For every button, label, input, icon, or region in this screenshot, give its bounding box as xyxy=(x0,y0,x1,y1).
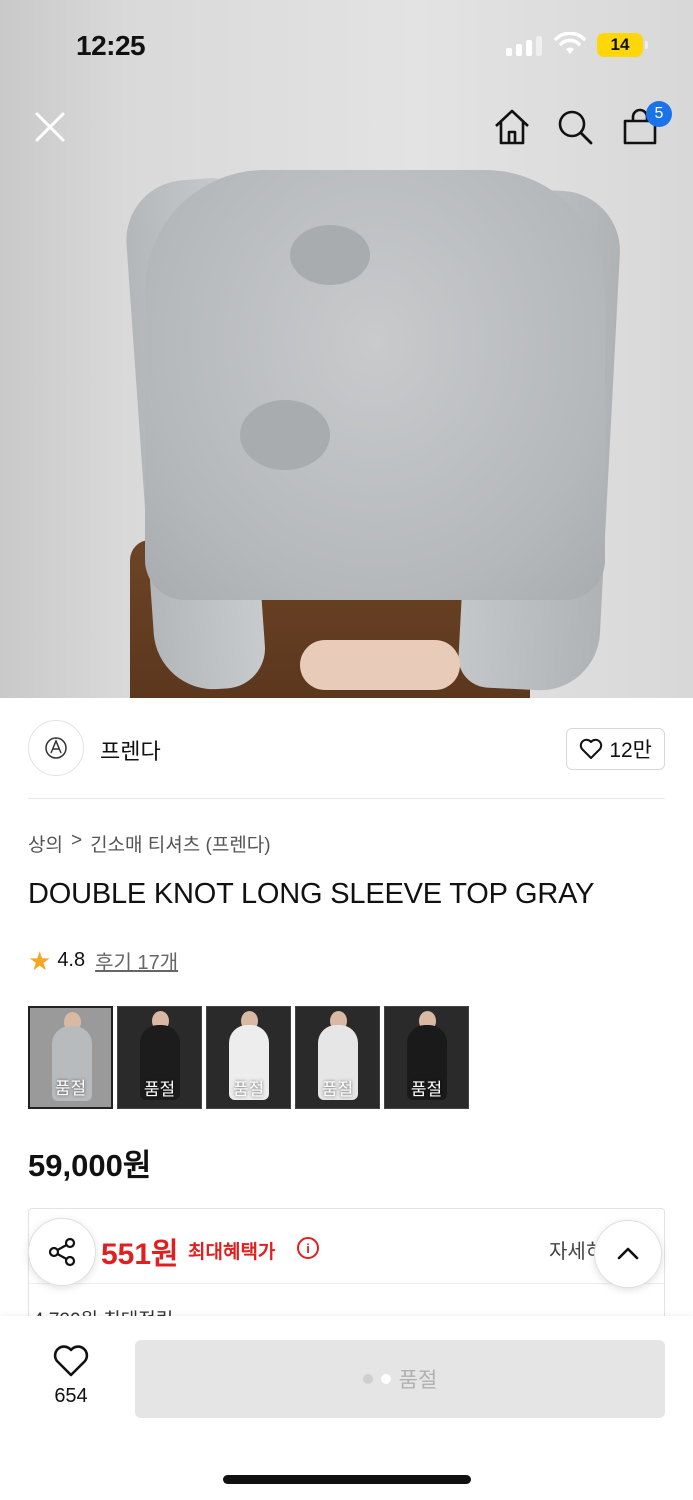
sold-out-button[interactable]: 품절 xyxy=(135,1340,665,1418)
search-button[interactable] xyxy=(553,105,597,149)
loading-dot xyxy=(362,1374,373,1384)
knot-shape xyxy=(290,225,370,285)
brand-like-button[interactable]: 12만 xyxy=(566,728,665,770)
sold-out-label: 품절 xyxy=(398,1369,438,1392)
cart-count-badge: 5 xyxy=(646,101,672,127)
wifi-icon xyxy=(554,32,586,54)
soldout-label: 품절 xyxy=(143,1080,176,1099)
brand-like-count: 12만 xyxy=(609,739,652,762)
chevron-up-icon xyxy=(617,1247,639,1260)
color-swatches: 품절 품절 품절 품절 품절 xyxy=(28,1006,469,1109)
max-benefit-price: 551원 xyxy=(101,1238,179,1271)
bottom-action-bar: 654 품절 xyxy=(0,1316,693,1500)
torso-shape xyxy=(145,170,605,600)
brand-row: 프렌다 12만 xyxy=(28,718,665,780)
soldout-label: 품절 xyxy=(321,1080,354,1099)
soldout-label: 품절 xyxy=(232,1080,265,1099)
star-icon: ★ xyxy=(28,945,52,976)
wishlist-button[interactable]: 654 xyxy=(40,1344,102,1408)
max-benefit-label: 최대혜택가 xyxy=(188,1242,276,1263)
battery-level: 14 xyxy=(610,35,630,54)
rating-value: 4.8 xyxy=(57,949,86,971)
top-nav: 5 xyxy=(0,95,693,165)
rating-row: ★ 4.8 후기 17개 xyxy=(28,946,178,975)
divider xyxy=(28,798,665,799)
swatch-black-1[interactable]: 품절 xyxy=(117,1006,202,1109)
breadcrumb-category[interactable]: 상의 xyxy=(28,830,63,857)
heart-icon xyxy=(53,1345,89,1377)
breadcrumb: 상의 > 긴소매 티셔츠 (프렌다) xyxy=(28,830,271,857)
product-title: DOUBLE KNOT LONG SLEEVE TOP GRAY xyxy=(28,878,595,910)
battery-indicator: 14 xyxy=(597,33,648,57)
product-price: 59,000원 xyxy=(28,1148,152,1183)
soldout-label: 품절 xyxy=(54,1079,87,1098)
cellular-signal-icon xyxy=(506,36,542,56)
close-icon xyxy=(35,112,65,142)
swatch-white-2[interactable]: 품절 xyxy=(295,1006,380,1109)
home-button[interactable] xyxy=(490,105,534,149)
close-button[interactable] xyxy=(28,105,72,149)
brand-logo-mark xyxy=(45,737,67,759)
home-icon xyxy=(495,109,529,145)
swatch-white-1[interactable]: 품절 xyxy=(206,1006,291,1109)
brand-name[interactable]: 프렌다 xyxy=(100,734,161,766)
review-link[interactable]: 후기 17개 xyxy=(95,946,178,975)
heart-icon xyxy=(580,738,603,759)
home-indicator[interactable] xyxy=(223,1475,471,1484)
knot-shape xyxy=(240,400,330,470)
swatch-black-2[interactable]: 품절 xyxy=(384,1006,469,1109)
status-time: 12:25 xyxy=(76,30,146,61)
loading-dot xyxy=(380,1374,391,1384)
scroll-top-button[interactable] xyxy=(594,1220,662,1288)
benefit-divider xyxy=(29,1283,664,1284)
wishlist-count: 654 xyxy=(54,1385,88,1407)
info-icon[interactable]: i xyxy=(297,1237,319,1259)
soldout-label: 품절 xyxy=(410,1080,443,1099)
share-button[interactable] xyxy=(28,1218,96,1286)
breadcrumb-subcategory[interactable]: 긴소매 티셔츠 (프렌다) xyxy=(90,830,271,857)
swatch-gray[interactable]: 품절 xyxy=(28,1006,113,1109)
brand-logo[interactable] xyxy=(28,720,84,776)
cart-button[interactable]: 5 xyxy=(618,101,672,149)
hand-shape xyxy=(300,640,460,690)
breadcrumb-separator: > xyxy=(70,830,83,851)
status-bar: 12:25 14 xyxy=(0,0,693,90)
share-icon xyxy=(48,1237,76,1267)
search-icon xyxy=(558,110,593,145)
